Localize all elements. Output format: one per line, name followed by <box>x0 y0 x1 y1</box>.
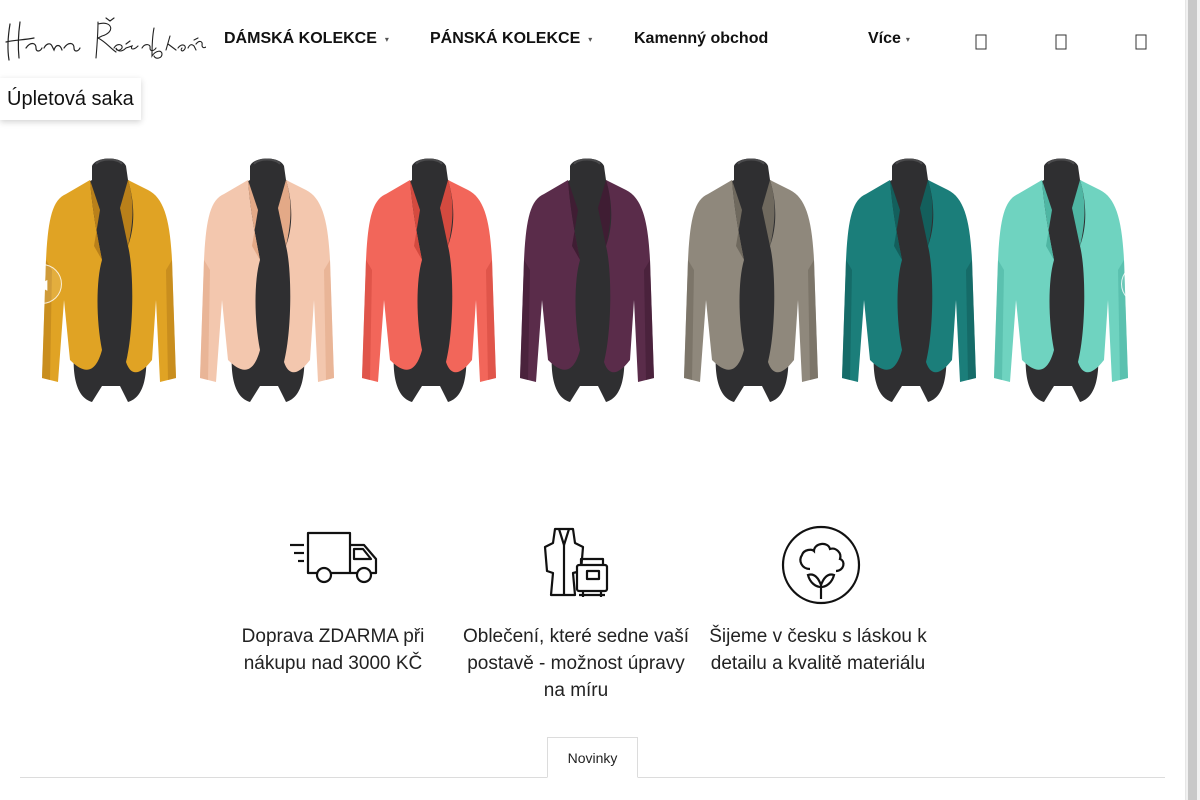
jacket-teal[interactable] <box>830 150 990 410</box>
jacket-peach[interactable] <box>188 150 348 410</box>
chevron-down-icon: ▾ <box>384 34 389 44</box>
search-icon[interactable] <box>972 31 990 53</box>
cotton-icon <box>781 525 861 605</box>
scrollbar-thumb[interactable] <box>1188 0 1197 800</box>
user-icon[interactable] <box>1052 31 1070 53</box>
jacket-mint[interactable] <box>982 150 1142 410</box>
sewing-icon <box>543 527 609 597</box>
category-title[interactable]: Úpletová saka <box>0 78 141 120</box>
logo[interactable] <box>2 14 206 66</box>
nav-vice[interactable]: Více ▾ <box>868 30 910 48</box>
tab-label: Novinky <box>567 749 618 766</box>
tab-novinky[interactable]: Novinky <box>547 737 638 778</box>
nav-label: Kamenný obchod <box>634 30 769 47</box>
chevron-right-icon[interactable]: ▶ <box>1121 264 1161 304</box>
feature-shipping-text: Doprava ZDARMA při nákupu nad 3000 KČ <box>241 626 425 674</box>
feature-tailoring-text: Oblečení, které sedne vaší postavě - mož… <box>462 626 689 701</box>
jacket-taupe[interactable] <box>672 150 832 410</box>
nav-label: PÁNSKÁ KOLEKCE <box>430 30 581 47</box>
product-carousel <box>20 150 1165 420</box>
jacket-plum[interactable] <box>508 150 668 410</box>
nav-kamenny-obchod[interactable]: Kamenný obchod <box>634 30 768 48</box>
nav-damska-kolekce[interactable]: DÁMSKÁ KOLEKCE ▾ <box>224 30 389 48</box>
nav-label: Více <box>868 30 901 47</box>
category-label: Úpletová saka <box>7 87 134 110</box>
nav-label: DÁMSKÁ KOLEKCE <box>224 30 377 47</box>
nav-panska-kolekce[interactable]: PÁNSKÁ KOLEKCE ▾ <box>430 30 592 48</box>
cart-icon[interactable] <box>1132 31 1150 53</box>
chevron-left-icon[interactable]: ◀ <box>22 264 62 304</box>
feature-quality-text: Šijeme v česku s láskou k detailu a kval… <box>709 626 927 674</box>
chevron-down-icon: ▾ <box>905 34 910 44</box>
jacket-coral[interactable] <box>350 150 510 410</box>
truck-icon <box>290 531 378 584</box>
chevron-down-icon: ▾ <box>588 34 593 44</box>
